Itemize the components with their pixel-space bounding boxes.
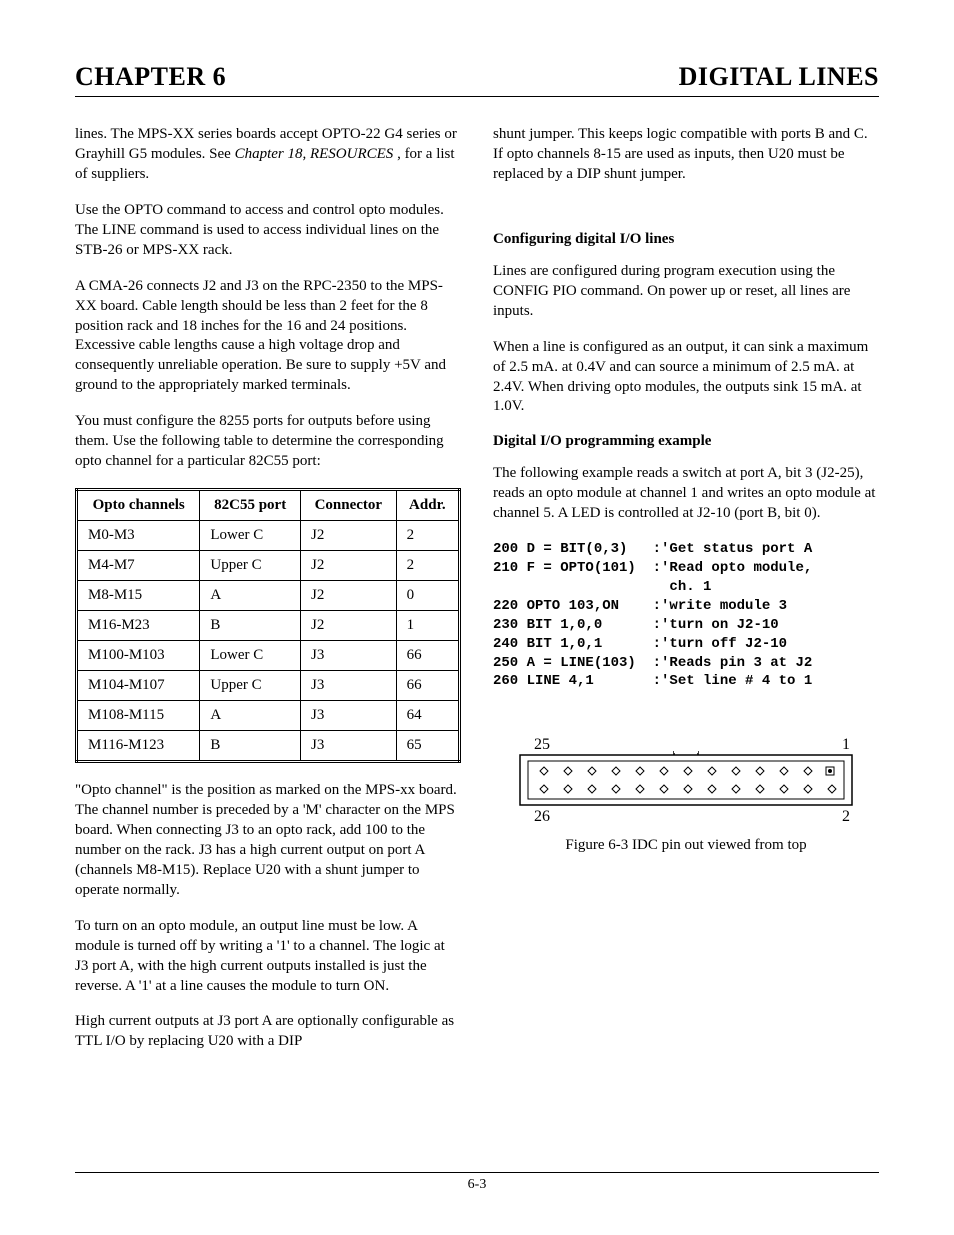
right-column: shunt jumper. This keeps logic compatibl… <box>493 125 879 1068</box>
code-example: 200 D = BIT(0,3) :'Get status port A 210… <box>493 540 879 691</box>
th-connector: Connector <box>300 490 396 521</box>
cell: M100-M103 <box>77 641 200 671</box>
cell: M4-M7 <box>77 551 200 581</box>
page-number: 6-3 <box>468 1177 487 1192</box>
table-row: M0-M3 Lower C J2 2 <box>77 521 460 551</box>
cell: J2 <box>300 551 396 581</box>
cell: M8-M15 <box>77 581 200 611</box>
table-row: M108-M115 A J3 64 <box>77 701 460 731</box>
left-p1: lines. The MPS-XX series boards accept O… <box>75 125 461 185</box>
th-opto: Opto channels <box>77 490 200 521</box>
header-title: DIGITAL LINES <box>679 62 879 92</box>
table-row: M4-M7 Upper C J2 2 <box>77 551 460 581</box>
fig-label-bl: 26 <box>534 808 550 825</box>
cell: J2 <box>300 581 396 611</box>
cell: J2 <box>300 521 396 551</box>
left-column: lines. The MPS-XX series boards accept O… <box>75 125 461 1068</box>
right-p1: shunt jumper. This keeps logic compatibl… <box>493 125 879 185</box>
cell: 64 <box>396 701 459 731</box>
cell: Lower C <box>200 521 301 551</box>
figure-6-3: 25 1 26 2 <box>493 731 879 854</box>
fig-label-tl: 25 <box>534 736 550 753</box>
heading-example: Digital I/O programming example <box>493 433 879 450</box>
page-header: CHAPTER 6 DIGITAL LINES <box>75 62 879 97</box>
cell: M0-M3 <box>77 521 200 551</box>
cell: B <box>200 731 301 762</box>
table-row: M8-M15 A J2 0 <box>77 581 460 611</box>
cell: Upper C <box>200 551 301 581</box>
cell: 65 <box>396 731 459 762</box>
connector-diagram-icon: 25 1 26 2 <box>506 731 866 831</box>
cell: J2 <box>300 611 396 641</box>
figure-caption: Figure 6-3 IDC pin out viewed from top <box>493 837 879 854</box>
page-footer: 6-3 <box>75 1172 879 1193</box>
cell: J3 <box>300 671 396 701</box>
left-p6: To turn on an opto module, an output lin… <box>75 917 461 997</box>
th-port: 82C55 port <box>200 490 301 521</box>
cell: M104-M107 <box>77 671 200 701</box>
cell: J3 <box>300 731 396 762</box>
cell: M16-M23 <box>77 611 200 641</box>
cell: 66 <box>396 671 459 701</box>
right-p2: Lines are configured during program exec… <box>493 262 879 322</box>
cell: 66 <box>396 641 459 671</box>
left-p2: Use the OPTO command to access and contr… <box>75 201 461 261</box>
cell: 2 <box>396 521 459 551</box>
cell: J3 <box>300 701 396 731</box>
cell: Upper C <box>200 671 301 701</box>
cell: A <box>200 581 301 611</box>
fig-label-br: 2 <box>842 808 850 825</box>
table-row: M16-M23 B J2 1 <box>77 611 460 641</box>
table-row: M104-M107 Upper C J3 66 <box>77 671 460 701</box>
left-p5: "Opto channel" is the position as marked… <box>75 781 461 901</box>
opto-table: Opto channels 82C55 port Connector Addr.… <box>75 488 461 763</box>
cell: B <box>200 611 301 641</box>
left-p7: High current outputs at J3 port A are op… <box>75 1012 461 1052</box>
right-p3: When a line is configured as an output, … <box>493 338 879 418</box>
header-chapter: CHAPTER 6 <box>75 62 226 92</box>
right-p4: The following example reads a switch at … <box>493 464 879 524</box>
cell: 1 <box>396 611 459 641</box>
cell: Lower C <box>200 641 301 671</box>
fig-label-tr: 1 <box>842 736 850 753</box>
page: CHAPTER 6 DIGITAL LINES lines. The MPS-X… <box>0 0 954 1235</box>
table-row: M116-M123 B J3 65 <box>77 731 460 762</box>
left-p1-italic: Chapter 18, RESOURCES <box>235 146 394 162</box>
cell: J3 <box>300 641 396 671</box>
cell: M108-M115 <box>77 701 200 731</box>
cell: 2 <box>396 551 459 581</box>
cell: M116-M123 <box>77 731 200 762</box>
th-addr: Addr. <box>396 490 459 521</box>
heading-config: Configuring digital I/O lines <box>493 231 879 248</box>
left-p3: A CMA-26 connects J2 and J3 on the RPC-2… <box>75 277 461 397</box>
cell: A <box>200 701 301 731</box>
left-p4: You must configure the 8255 ports for ou… <box>75 412 461 472</box>
columns: lines. The MPS-XX series boards accept O… <box>75 125 879 1068</box>
table-row: M100-M103 Lower C J3 66 <box>77 641 460 671</box>
cell: 0 <box>396 581 459 611</box>
